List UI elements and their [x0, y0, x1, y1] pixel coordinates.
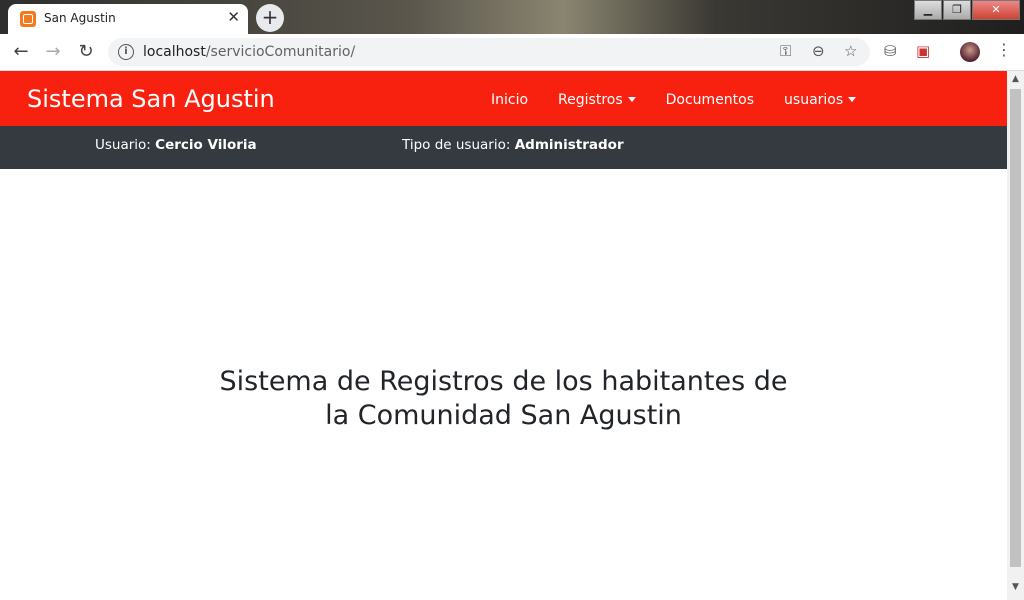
- info-icon[interactable]: i: [118, 44, 134, 60]
- page-headline: Sistema de Registros de los habitantes d…: [0, 365, 1007, 433]
- caret-down-icon: [848, 97, 857, 102]
- close-window-button[interactable]: ✕: [972, 0, 1020, 20]
- vertical-scrollbar[interactable]: ▲ ▼: [1007, 71, 1024, 600]
- url-text: localhost/servicioComunitario/: [143, 44, 356, 60]
- caret-down-icon: [627, 97, 636, 102]
- headline-line-2: la Comunidad San Agustin: [325, 400, 682, 431]
- window-controls: ▁ ❐ ✕: [913, 0, 1020, 20]
- new-tab-button[interactable]: +: [256, 4, 284, 32]
- restore-button[interactable]: ❐: [943, 0, 971, 20]
- tab-title: San Agustin: [44, 11, 116, 25]
- nav-inicio[interactable]: Inicio: [491, 92, 528, 108]
- key-icon[interactable]: ⚿: [780, 42, 791, 60]
- nav-documentos[interactable]: Documentos: [666, 92, 754, 108]
- zoom-out-icon[interactable]: ⊖: [812, 42, 825, 60]
- xampp-favicon-icon: [20, 11, 36, 27]
- forward-arrow-icon[interactable]: →: [42, 41, 64, 63]
- user-name: Cercio Viloria: [155, 137, 257, 153]
- scroll-up-arrow-icon[interactable]: ▲: [1007, 71, 1024, 88]
- headline-line-1: Sistema de Registros de los habitantes d…: [219, 366, 788, 397]
- navbar-links: Inicio Registros Documentos usuarios: [491, 92, 886, 108]
- current-user: Usuario: Cercio Viloria: [95, 137, 257, 153]
- navbar-brand[interactable]: Sistema San Agustin: [27, 85, 275, 113]
- profile-avatar[interactable]: [960, 42, 980, 62]
- nav-usuarios-dropdown[interactable]: usuarios: [784, 92, 857, 108]
- browser-titlebar: San Agustin ✕ + ▁ ❐ ✕: [0, 0, 1024, 34]
- extension-bag-icon[interactable]: ⛁: [884, 42, 897, 60]
- nav-registros-dropdown[interactable]: Registros: [558, 92, 636, 108]
- minimize-button[interactable]: ▁: [914, 0, 942, 20]
- address-bar[interactable]: i localhost/servicioComunitario/ ⚿ ⊖ ☆: [108, 38, 870, 66]
- tab-close-icon[interactable]: ✕: [227, 8, 240, 26]
- scroll-thumb[interactable]: [1010, 89, 1021, 567]
- page-content: Sistema San Agustin Inicio Registros Doc…: [0, 71, 1007, 600]
- site-navbar: Sistema San Agustin Inicio Registros Doc…: [0, 71, 1007, 126]
- browser-toolbar: ← → ↻ i localhost/servicioComunitario/ ⚿…: [0, 34, 1024, 71]
- reload-icon[interactable]: ↻: [75, 41, 97, 63]
- user-type-value: Administrador: [514, 137, 624, 153]
- bookmark-star-icon[interactable]: ☆: [844, 42, 857, 60]
- browser-tab[interactable]: San Agustin ✕: [8, 4, 248, 34]
- scroll-down-arrow-icon[interactable]: ▼: [1007, 579, 1024, 596]
- user-info-bar: Usuario: Cercio Viloria Tipo de usuario:…: [0, 126, 1007, 169]
- acrobat-extension-icon[interactable]: ▣: [916, 42, 930, 60]
- user-type: Tipo de usuario: Administrador: [402, 137, 624, 153]
- back-arrow-icon[interactable]: ←: [10, 41, 32, 63]
- browser-menu-icon[interactable]: ⋮: [996, 40, 1012, 59]
